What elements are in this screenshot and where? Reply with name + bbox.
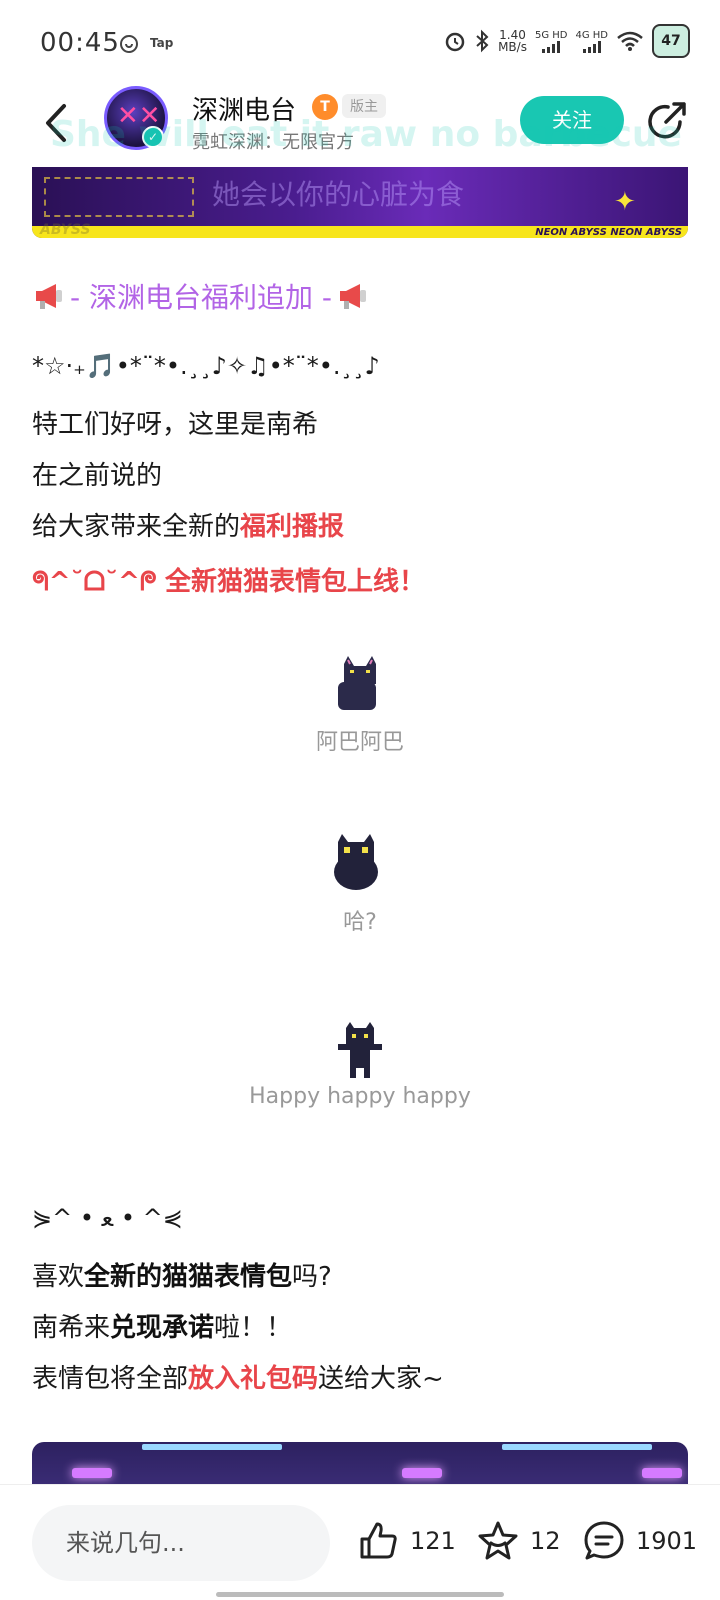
signal-bars-icon: [582, 40, 601, 53]
signal-bars-icon: [542, 40, 561, 53]
image-decoration: [502, 1444, 652, 1450]
battery-icon: 47: [652, 24, 690, 58]
cat-sticker-image[interactable]: [330, 654, 390, 714]
channel-subtitle: 霓虹深渊：无限官方: [192, 132, 354, 153]
tap-icon: Tap: [150, 36, 174, 50]
highlight-text: 福利播报: [240, 512, 345, 542]
sim1-label: 5G HD: [534, 29, 568, 41]
channel-name[interactable]: 深渊电台: [192, 90, 296, 127]
level-badge-icon: T: [312, 94, 338, 120]
article-text: 吗?: [292, 1262, 332, 1292]
comment-button[interactable]: 1901: [582, 1511, 697, 1571]
like-button[interactable]: 121: [356, 1511, 456, 1571]
sticker-caption: 哈?: [343, 910, 377, 935]
article-text: 南希来: [32, 1313, 111, 1343]
home-indicator[interactable]: [216, 1592, 504, 1597]
comment-input[interactable]: 来说几句...: [32, 1505, 330, 1581]
sim2-label: 4G HD: [575, 29, 608, 41]
cat-sticker-image[interactable]: [326, 832, 386, 892]
banner-neon-text: NEON ABYSS NEON ABYSS: [535, 227, 682, 238]
megaphone-icon: [36, 284, 62, 309]
signal-sim1: 5G HD: [534, 29, 568, 53]
thumbs-up-icon: [360, 1522, 397, 1559]
sticker-caption: Happy happy happy: [249, 1084, 471, 1109]
banner-caption: 她会以你的心脏为食: [212, 178, 465, 211]
comment-icon: [584, 1521, 624, 1560]
status-time: 00:45: [40, 28, 120, 58]
highlight-text: 放入礼包码: [188, 1364, 319, 1394]
image-decoration: [642, 1468, 682, 1478]
verified-icon: ✓: [142, 126, 164, 148]
post-banner-image[interactable]: 她会以你的心脏为食 ✦ ABYSS NEON ABYSS NEON ABYSS: [32, 167, 688, 238]
favorite-count: 12: [530, 1527, 561, 1555]
bottom-action-bar: 来说几句... 121 12 1901: [0, 1484, 720, 1600]
like-count: 121: [410, 1527, 456, 1555]
post-image-preview[interactable]: [32, 1442, 688, 1486]
article-line: 给大家带来全新的福利播报: [32, 506, 344, 543]
article-text: 啦！！: [214, 1313, 293, 1343]
app-notification-icon: [120, 35, 138, 53]
kaomoji-text: ᖗ^˘ᗝ˘^ᖘ: [32, 567, 157, 597]
megaphone-icon: [340, 284, 367, 309]
wifi-icon: [617, 31, 643, 51]
article-text: 喜欢: [32, 1262, 85, 1292]
favorite-button[interactable]: 12: [476, 1511, 561, 1571]
bold-text: 全新的猫猫表情包: [84, 1262, 293, 1292]
bold-text: 兑现承诺: [110, 1313, 215, 1343]
decorative-line: *☆·₊🎵•*¨*•.¸¸♪✧♫•*¨*•.¸¸♪: [32, 352, 380, 380]
role-badge: 版主: [342, 94, 386, 118]
article-text: 表情包将全部: [32, 1364, 189, 1394]
status-right-icons: 1.40 MB/s 5G HD 4G HD 47: [444, 24, 690, 58]
section-title-text: - 深渊电台福利追加 -: [70, 281, 333, 314]
article-line: 表情包将全部放入礼包码送给大家~: [32, 1358, 444, 1395]
star-icon: ✦: [614, 187, 636, 217]
article-line: 在之前说的: [32, 461, 163, 491]
cat-sticker-image[interactable]: [330, 1022, 390, 1082]
article-line: ᖗ^˘ᗝ˘^ᖘ 全新猫猫表情包上线！: [32, 561, 425, 598]
star-icon: [478, 1521, 518, 1560]
article-line: 特工们好呀，这里是南希: [32, 410, 319, 440]
follow-button[interactable]: 关注: [520, 96, 624, 144]
article-text: 送给大家~: [318, 1364, 444, 1394]
share-icon[interactable]: [644, 98, 690, 144]
post-header: ✕✕ ✓ 深渊电台 T 版主 霓虹深渊：无限官方 关注: [0, 86, 720, 166]
signal-sim2: 4G HD: [575, 30, 608, 53]
image-decoration: [142, 1444, 282, 1450]
net-speed-unit: MB/s: [498, 40, 527, 54]
image-decoration: [402, 1468, 442, 1478]
status-left-icons: Tap: [118, 32, 173, 54]
kaomoji-line: ⋟^ • ﻌ • ^⋞: [32, 1204, 183, 1232]
highlight-text: 全新猫猫表情包上线！: [165, 567, 426, 597]
article-text: 给大家带来全新的: [32, 512, 241, 542]
article-line: 喜欢全新的猫猫表情包吗?: [32, 1256, 332, 1293]
back-button[interactable]: [36, 98, 76, 148]
sticker-caption: 阿巴阿巴: [315, 730, 404, 755]
bluetooth-icon: [476, 29, 489, 53]
article-line: 南希来兑现承诺啦！！: [32, 1307, 292, 1344]
network-speed: 1.40 MB/s: [498, 29, 527, 53]
image-decoration: [72, 1468, 112, 1478]
section-title: - 深渊电台福利追加 -: [32, 276, 370, 316]
alarm-icon: [445, 32, 465, 52]
banner-grid-decoration: [44, 177, 194, 217]
status-bar: 00:45 Tap 1.40 MB/s 5G HD 4G HD 47: [0, 0, 720, 86]
comment-count: 1901: [636, 1527, 698, 1555]
banner-abyss-text: ABYSS: [40, 222, 91, 238]
